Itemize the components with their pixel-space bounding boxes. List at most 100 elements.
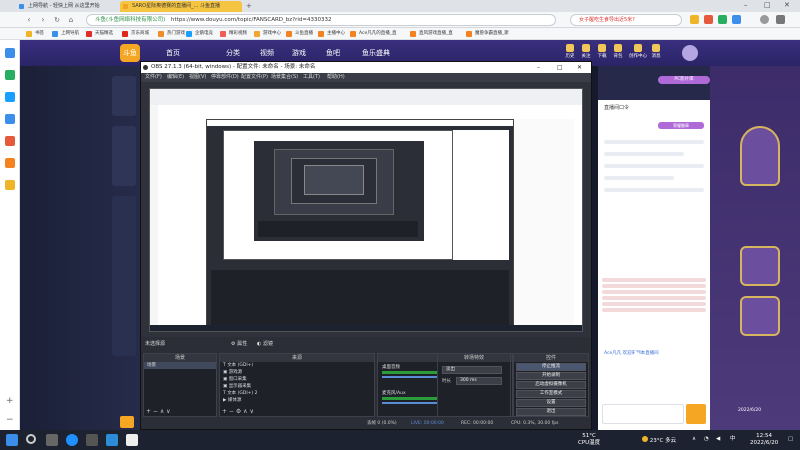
nav-category[interactable]: 分类 — [226, 48, 240, 58]
nav-festival[interactable]: 鱼乐盛典 — [362, 48, 390, 58]
extension-icon[interactable] — [704, 15, 713, 24]
refresh-button[interactable]: ↻ — [52, 15, 62, 25]
close-button[interactable]: ✕ — [784, 1, 790, 9]
forward-button[interactable]: › — [38, 15, 48, 25]
menu-help[interactable]: 帮助(H) — [327, 73, 345, 82]
task-view-icon[interactable] — [46, 434, 58, 446]
chat-input[interactable] — [602, 404, 684, 424]
minimize-button[interactable]: – — [744, 1, 748, 9]
side-card[interactable] — [112, 76, 136, 116]
clock[interactable]: 12:54 2022/6/20 — [750, 433, 778, 447]
bookmark-item[interactable]: 上网导航 — [52, 30, 79, 38]
menu-file[interactable]: 文件(F) — [145, 73, 162, 82]
pc-badge[interactable]: PC影片库 — [658, 76, 710, 84]
address-input[interactable]: 斗鱼(斗鱼网络科技有限公司) https://www.douyu.com/top… — [86, 14, 556, 26]
network-icon[interactable]: ◔ — [704, 436, 709, 443]
obs-minimize-button[interactable]: – — [537, 62, 540, 73]
nav-game[interactable]: 游戏 — [292, 48, 306, 58]
sidebar-app-icon[interactable] — [5, 180, 15, 190]
download-button[interactable]: 下载 — [596, 44, 608, 59]
exit-button[interactable]: 退出 — [516, 408, 586, 416]
bookmark-item[interactable]: Ace凡凡的直播_直 — [350, 30, 397, 38]
bookmark-item[interactable]: 天猫精选 — [86, 30, 113, 38]
menu-edit[interactable]: 编辑(E) — [167, 73, 184, 82]
creator-button[interactable]: 创作中心 — [628, 44, 648, 59]
history-button[interactable]: 历史 — [564, 44, 576, 59]
source-item[interactable]: ▣ 显示器采集 — [220, 383, 374, 390]
minus-icon[interactable]: − — [6, 415, 14, 425]
backpack-button[interactable]: 背包 — [612, 44, 624, 59]
explorer-icon[interactable] — [86, 434, 98, 446]
cpu-temp-widget[interactable]: 51°C CPU温度 — [578, 433, 600, 447]
windows-start-icon[interactable] — [6, 434, 18, 446]
side-card[interactable] — [112, 196, 136, 356]
menu-icon[interactable] — [760, 15, 769, 24]
rank-badge[interactable]: 荣耀徽章 — [658, 122, 704, 129]
source-item[interactable]: ▶ 媒体源 — [220, 397, 374, 404]
sidebar-app-icon[interactable] — [5, 48, 15, 58]
source-item[interactable]: ▣ 窗口采集 — [220, 376, 374, 383]
obs-close-button[interactable]: ✕ — [577, 62, 582, 73]
new-tab-button[interactable]: + — [246, 2, 252, 10]
message-button[interactable]: 消息 — [650, 44, 662, 59]
gift-icon[interactable] — [120, 416, 134, 428]
menu-scene-collection[interactable]: 场景集合(S) — [271, 73, 298, 82]
add-icon[interactable]: + — [6, 396, 14, 406]
tab-navigation[interactable]: 上网导航 - 轻快上网 从这里开始 — [16, 1, 120, 12]
home-button[interactable]: ⌂ — [66, 15, 76, 25]
extension-icon[interactable] — [718, 15, 727, 24]
source-item[interactable]: T 文本 (GDI+) 2 — [220, 390, 374, 397]
sidebar-app-icon[interactable] — [5, 158, 15, 168]
properties-button[interactable]: ⚙ 属性 — [231, 339, 247, 350]
bookmark-item[interactable]: 精彩视频 — [220, 30, 247, 38]
volume-icon[interactable]: ◀ — [716, 436, 720, 443]
bookmark-item[interactable]: 书签 — [26, 30, 44, 38]
follow-button[interactable]: 关注 — [580, 44, 592, 59]
bookmark-item[interactable]: 主播中心 — [318, 30, 345, 38]
bookmark-item[interactable]: 游戏中心 — [254, 30, 281, 38]
menu-tools[interactable]: 工具(T) — [303, 73, 320, 82]
bookmark-item[interactable]: 直风游戏直播_直 — [410, 30, 453, 38]
avatar[interactable] — [682, 45, 698, 61]
menu-docks[interactable]: 停靠部件(D) — [211, 73, 239, 82]
transition-select[interactable]: 淡出 — [442, 366, 502, 374]
browser-app-icon[interactable] — [66, 434, 78, 446]
source-item[interactable]: T 文本 (GDI+) — [220, 362, 374, 369]
sidebar-app-icon[interactable] — [5, 92, 15, 102]
nav-video[interactable]: 视频 — [260, 48, 274, 58]
nav-home[interactable]: 首页 — [166, 48, 180, 58]
extension-icon[interactable] — [732, 15, 741, 24]
bookmark-item[interactable]: 企鹅电竞 — [186, 30, 213, 38]
ime-indicator[interactable]: 中 — [730, 436, 736, 443]
stop-streaming-button[interactable]: 停止推流 — [516, 363, 586, 371]
send-button[interactable] — [686, 404, 706, 424]
bookmark-item[interactable]: 斗鱼直播 — [286, 30, 313, 38]
douyu-logo[interactable]: 斗鱼 — [120, 44, 140, 62]
source-toolbar-buttons[interactable]: + − ⚙ ∧ ∨ — [222, 408, 254, 415]
bookmark-item[interactable]: 魔兽争霸直播_斯 — [466, 30, 509, 38]
menu-view[interactable]: 视图(V) — [189, 73, 206, 82]
maximize-button[interactable]: □ — [764, 1, 771, 9]
obs-preview-canvas[interactable] — [141, 82, 591, 337]
notification-icon[interactable]: ▢ — [788, 436, 793, 443]
search-box[interactable]: 女子醒吃生食导出近5米? — [570, 14, 682, 26]
bookmark-item[interactable]: 京东商城 — [122, 30, 149, 38]
back-button[interactable]: ‹ — [24, 15, 34, 25]
scene-item[interactable]: 场景 — [144, 362, 216, 369]
menu-profile[interactable]: 配置文件(P) — [241, 73, 268, 82]
start-virtual-camera-button[interactable]: 启动虚拟摄像机 — [516, 381, 586, 389]
start-recording-button[interactable]: 开始录制 — [516, 372, 586, 380]
active-browser-icon[interactable] — [106, 434, 118, 446]
studio-mode-button[interactable]: 工作室模式 — [516, 390, 586, 398]
side-card[interactable] — [112, 126, 136, 186]
sidebar-app-icon[interactable] — [5, 114, 15, 124]
settings-icon[interactable] — [776, 15, 785, 24]
nav-yuba[interactable]: 鱼吧 — [326, 48, 340, 58]
tray-chevron-icon[interactable]: ∧ — [692, 436, 696, 443]
search-icon[interactable] — [26, 434, 36, 444]
filters-button[interactable]: ◐ 滤镜 — [257, 339, 273, 350]
sidebar-app-icon[interactable] — [5, 136, 15, 146]
obs-maximize-button[interactable]: □ — [557, 62, 563, 73]
settings-button[interactable]: 设置 — [516, 399, 586, 407]
obs-taskbar-icon[interactable] — [126, 434, 138, 446]
